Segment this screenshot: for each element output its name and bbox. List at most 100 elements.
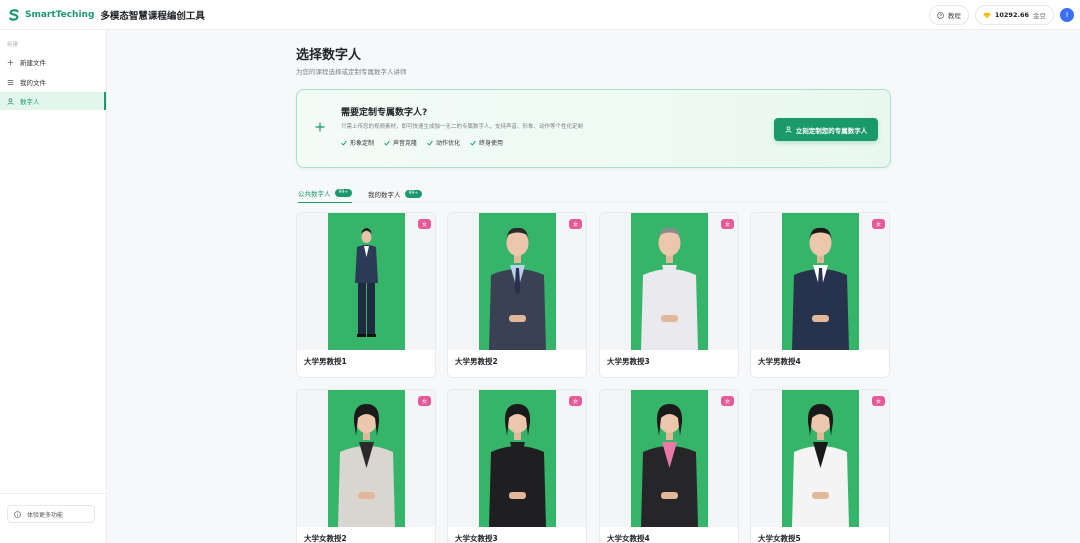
app-title: 多模态智慧课程编创工具 — [100, 10, 205, 22]
banner-description: 只需上传您的视频素材，即可快速生成独一无二的专属数字人，支持声音、形象、动作等个… — [341, 124, 584, 130]
top-header: SmartTeching 多模态智慧课程编创工具 教程 10292.66 金豆 … — [0, 0, 1080, 30]
green-screen-portrait — [782, 390, 859, 527]
banner-title: 需要定制专属数字人? — [341, 108, 428, 118]
digital-human-card[interactable]: 女大学男教授1 — [296, 212, 436, 378]
logo[interactable]: SmartTeching — [8, 8, 95, 21]
check-icon — [470, 140, 476, 146]
gender-badge: 女 — [721, 219, 734, 229]
custom-digital-human-banner: 需要定制专属数字人? 只需上传您的视频素材，即可快速生成独一无二的专属数字人，支… — [296, 89, 891, 168]
feature-tag: 声音克隆 — [384, 138, 417, 147]
green-screen-portrait — [479, 390, 556, 527]
sidebar-item-digital-human[interactable]: 数字人 — [0, 92, 106, 110]
green-screen-portrait — [328, 390, 405, 527]
user-avatar[interactable]: I — [1060, 8, 1074, 22]
feature-tag-label: 终身使用 — [479, 140, 504, 147]
user-icon — [785, 126, 792, 133]
digital-human-card[interactable]: 女大学女教授2 — [296, 389, 436, 543]
user-icon — [7, 97, 14, 105]
card-name: 大学女教授4 — [607, 534, 650, 543]
tab-public-digital-humans[interactable]: 公共数字人 99+ — [298, 184, 352, 203]
digital-human-card[interactable]: 女大学男教授3 — [599, 212, 739, 378]
presenter-figure — [792, 227, 849, 350]
tab-my-digital-humans[interactable]: 我的数字人 99+ — [368, 184, 422, 203]
card-thumbnail: 女 — [751, 213, 889, 350]
check-icon — [427, 140, 433, 146]
gender-badge: 女 — [418, 219, 431, 229]
sidebar-section-label: 新建 — [7, 42, 19, 48]
presenter-figure — [641, 227, 698, 350]
green-screen-portrait — [782, 213, 859, 350]
card-thumbnail: 女 — [297, 390, 435, 527]
card-name: 大学男教授2 — [455, 357, 498, 366]
green-screen-portrait — [328, 213, 405, 350]
tutorial-button[interactable]: 教程 — [928, 5, 969, 25]
gender-badge: 女 — [721, 396, 734, 406]
credits-value: 10292.66 — [994, 11, 1029, 19]
banner-feature-tags: 形象定制 声音克隆 动作优化 终身使用 — [341, 138, 503, 147]
card-name: 大学女教授2 — [304, 534, 347, 543]
digital-human-card[interactable]: 女大学女教授4 — [599, 389, 739, 543]
help-icon — [937, 11, 944, 19]
card-thumbnail: 女 — [297, 213, 435, 350]
sidebar: 新建 新建文件 我的文件 数字人 体验更多功能 — [0, 30, 107, 543]
presenter-figure — [338, 404, 395, 527]
presenter-figure — [355, 228, 378, 337]
gender-badge: 女 — [418, 396, 431, 406]
digital-human-tabs: 公共数字人 99+ 我的数字人 99+ — [296, 184, 891, 203]
card-name: 大学男教授4 — [758, 357, 801, 366]
tab-label: 我的数字人 — [368, 190, 401, 199]
presenter-figure — [489, 404, 546, 527]
feature-tag-label: 动作优化 — [436, 140, 461, 147]
sidebar-item-label: 数字人 — [20, 98, 40, 106]
feature-tag: 终身使用 — [470, 138, 503, 147]
gender-badge: 女 — [569, 396, 582, 406]
explore-more-label: 体验更多功能 — [27, 511, 64, 519]
count-badge: 99+ — [404, 189, 422, 198]
presenter-figure — [792, 404, 849, 527]
explore-more-button[interactable]: 体验更多功能 — [7, 505, 95, 523]
sidebar-item-label: 我的文件 — [20, 79, 46, 87]
card-thumbnail: 女 — [600, 390, 738, 527]
count-badge: 99+ — [334, 189, 352, 197]
digital-human-card[interactable]: 女大学男教授2 — [447, 212, 587, 378]
presenter-figure — [489, 227, 546, 350]
feature-tag: 动作优化 — [427, 138, 460, 147]
sidebar-divider — [0, 493, 106, 494]
info-icon — [14, 510, 21, 518]
gem-icon — [983, 12, 991, 18]
gender-badge: 女 — [569, 219, 582, 229]
feature-tag: 形象定制 — [341, 138, 374, 147]
check-icon — [341, 140, 347, 146]
card-name: 大学女教授3 — [455, 534, 498, 543]
sidebar-item-label: 新建文件 — [20, 59, 46, 67]
page-subtitle: 为您的课程选择或定制专属数字人讲师 — [296, 68, 407, 76]
digital-human-card[interactable]: 女大学男教授4 — [750, 212, 890, 378]
card-name: 大学男教授3 — [607, 357, 650, 366]
plus-icon — [315, 122, 325, 134]
plus-icon — [7, 59, 14, 65]
card-name: 大学男教授1 — [304, 357, 347, 366]
check-icon — [384, 140, 390, 146]
card-name: 大学女教授5 — [758, 534, 801, 543]
green-screen-portrait — [631, 390, 708, 527]
digital-human-card[interactable]: 女大学女教授5 — [750, 389, 890, 543]
sidebar-item-new-file[interactable]: 新建文件 — [0, 53, 106, 71]
card-thumbnail: 女 — [448, 390, 586, 527]
page-title: 选择数字人 — [296, 48, 362, 63]
feature-tag-label: 形象定制 — [350, 140, 375, 147]
credits-balance[interactable]: 10292.66 金豆 — [974, 5, 1054, 25]
card-thumbnail: 女 — [448, 213, 586, 350]
customize-digital-human-button[interactable]: 立刻定制您的专属数字人 — [774, 118, 878, 141]
card-thumbnail: 女 — [600, 213, 738, 350]
presenter-figure — [641, 404, 698, 527]
sidebar-item-my-files[interactable]: 我的文件 — [0, 73, 106, 91]
feature-tag-label: 声音克隆 — [393, 140, 418, 147]
gender-badge: 女 — [872, 219, 885, 229]
gender-badge: 女 — [872, 396, 885, 406]
digital-human-card[interactable]: 女大学女教授3 — [447, 389, 587, 543]
list-icon — [7, 79, 14, 85]
logo-mark-icon — [8, 8, 20, 21]
green-screen-portrait — [479, 213, 556, 350]
tab-label: 公共数字人 — [298, 190, 331, 198]
brand-name: SmartTeching — [25, 9, 95, 20]
